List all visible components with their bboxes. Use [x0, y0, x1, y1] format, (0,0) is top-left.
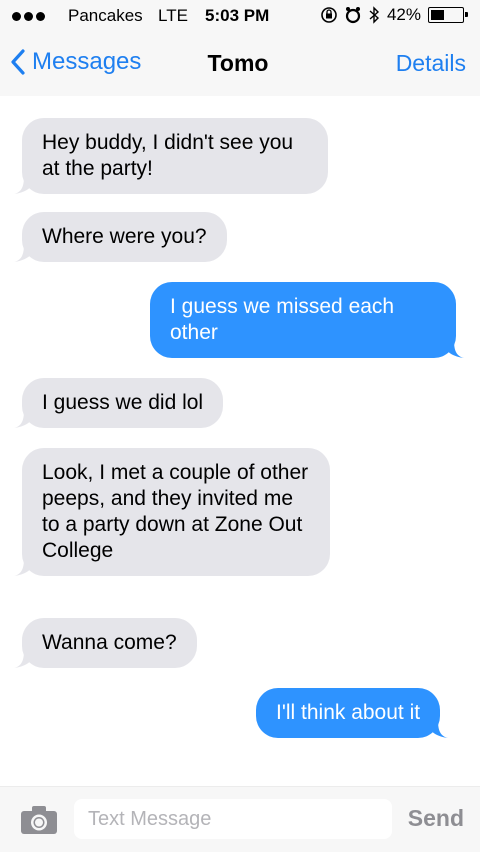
message-bubble-outgoing: I guess we missed each other: [150, 282, 464, 358]
carrier-name: Pancakes: [68, 6, 143, 25]
contact-name: Tomo: [207, 50, 269, 76]
message-bubble-incoming: Wanna come?: [14, 618, 197, 668]
message-text: Hey buddy, I didn't see you at the party…: [42, 131, 294, 180]
orientation-lock-icon: [320, 6, 338, 24]
message-list: Hey buddy, I didn't see you at the party…: [0, 96, 480, 786]
message-bubble-incoming: Look, I met a couple of other peeps, and…: [14, 448, 330, 576]
alarm-icon: [345, 6, 361, 24]
bluetooth-icon: [368, 6, 380, 24]
message-bubble-outgoing: I'll think about it: [256, 688, 449, 738]
bubble-tail: [442, 340, 464, 358]
status-time: 5:03 PM: [205, 6, 270, 25]
message-text: I guess we did lol: [42, 391, 204, 414]
message-input[interactable]: [74, 799, 392, 839]
navigation-bar: Messages Tomo Details: [0, 34, 480, 96]
network-type: LTE: [158, 6, 188, 25]
bubble-tail: [14, 176, 36, 194]
camera-icon[interactable]: [20, 805, 58, 840]
message-text: Where were you?: [42, 225, 207, 248]
bubble-tail: [14, 558, 36, 576]
compose-bar: Send: [0, 786, 480, 852]
message-bubble-incoming: Where were you?: [14, 212, 227, 262]
message-bubble-incoming: I guess we did lol: [14, 378, 224, 428]
message-text: I'll think about it: [276, 701, 421, 724]
details-button[interactable]: Details: [396, 50, 466, 77]
battery-percentage: 42%: [386, 5, 421, 24]
send-button[interactable]: Send: [408, 805, 464, 832]
signal-strength-icon: [12, 12, 45, 21]
message-text: I guess we missed each other: [170, 295, 395, 344]
battery-icon: [428, 7, 468, 23]
message-text: Wanna come?: [42, 631, 177, 654]
message-text: Look, I met a couple of other peeps, and…: [42, 461, 309, 562]
bubble-tail: [14, 410, 36, 428]
status-bar: Pancakes LTE 5:03 PM 42%: [0, 0, 480, 34]
message-bubble-incoming: Hey buddy, I didn't see you at the party…: [14, 118, 328, 194]
bubble-tail: [14, 244, 36, 262]
bubble-tail: [426, 720, 449, 738]
bubble-tail: [14, 650, 36, 668]
